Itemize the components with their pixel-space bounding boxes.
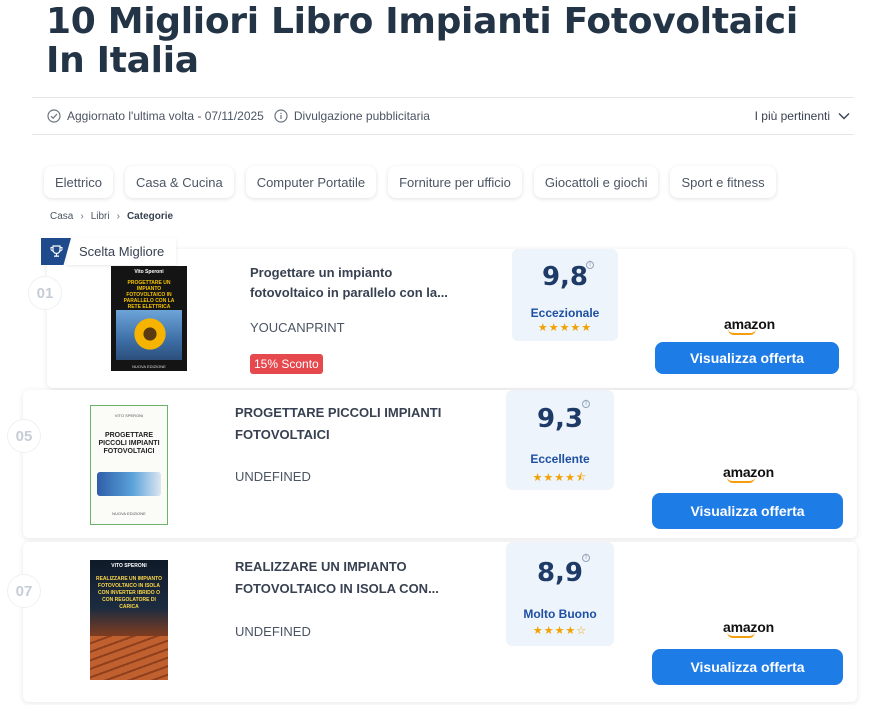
- book-cover[interactable]: Vito Speroni PROGETTARE UN IMPIANTO FOTO…: [111, 266, 187, 371]
- roof-tiles-shape: [90, 636, 168, 680]
- store-name: amazon: [724, 316, 775, 332]
- cover-footer: NUOVA EDIZIONE: [112, 511, 146, 516]
- product-title-line: PROGETTARE PICCOLI IMPIANTI: [235, 405, 442, 420]
- sunflower-shape: [134, 318, 166, 350]
- product-brand: YOUCANPRINT: [250, 320, 345, 335]
- product-title[interactable]: PROGETTARE PICCOLI IMPIANTI FOTOVOLTAICI: [235, 402, 475, 446]
- cover-image: [116, 310, 182, 360]
- rank-badge: 07: [7, 574, 41, 608]
- book-cover[interactable]: VITO SPERONI REALIZZARE UN IMPIANTO FOTO…: [90, 560, 168, 680]
- score-verdict: Eccezionale: [530, 306, 600, 320]
- chevron-down-icon: [838, 113, 850, 120]
- amazon-logo: amazon: [723, 464, 774, 483]
- cover-author: VITO SPERONI: [114, 413, 144, 418]
- product-title-line: Progettare un impianto: [250, 265, 393, 280]
- book-cover[interactable]: VITO SPERONI PROGETTARE PICCOLI IMPIANTI…: [90, 405, 168, 525]
- score-verdict: Eccellente: [530, 452, 590, 466]
- score-box: 8,9 i Molto Buono ★★★★☆: [506, 542, 614, 646]
- best-choice-ribbon: Scelta Migliore: [41, 238, 177, 265]
- ad-disclosure-text: Divulgazione pubblicitaria: [293, 109, 430, 123]
- rating-stars: ★★★★⯪: [532, 472, 588, 484]
- breadcrumb-current: Categorie: [126, 211, 174, 222]
- breadcrumb: Casa › Libri › Categorie: [50, 211, 173, 222]
- product-card: Vito Speroni PROGETTARE UN IMPIANTO FOTO…: [47, 249, 853, 388]
- breadcrumb-item[interactable]: Libri: [91, 211, 110, 222]
- product-brand: UNDEFINED: [235, 624, 311, 639]
- product-title-line: REALIZZARE UN IMPIANTO: [235, 559, 407, 574]
- info-icon[interactable]: i: [582, 400, 590, 408]
- rank-badge: 05: [7, 419, 41, 453]
- score-box: 9,8 i Eccezionale ★★★★★: [512, 249, 618, 341]
- score-value: 8,9: [536, 558, 584, 588]
- trophy-icon: [50, 245, 62, 257]
- score-box: 9,3 i Eccellente ★★★★⯪: [506, 390, 614, 490]
- category-chip[interactable]: Elettrico: [44, 166, 113, 198]
- product-card: VITO SPERONI PROGETTARE PICCOLI IMPIANTI…: [23, 390, 857, 538]
- ribbon-label: Scelta Migliore: [67, 238, 177, 265]
- score-value: 9,3: [536, 404, 584, 434]
- category-chip[interactable]: Forniture per ufficio: [388, 166, 522, 198]
- cover-author: Vito Speroni: [134, 269, 164, 275]
- product-title-line: fotovoltaico in parallelo con la...: [250, 285, 448, 300]
- amazon-logo: amazon: [724, 316, 775, 335]
- view-offer-button[interactable]: Visualizza offerta: [652, 493, 843, 529]
- view-offer-button[interactable]: Visualizza offerta: [655, 342, 839, 374]
- sort-label: I più pertinenti: [754, 109, 830, 123]
- product-title-line: FOTOVOLTAICO IN ISOLA CON...: [235, 581, 439, 596]
- category-chip[interactable]: Sport e fitness: [670, 166, 776, 198]
- rank-badge: 01: [28, 276, 62, 310]
- last-updated: Aggiornato l'ultima volta - 07/11/2025: [47, 109, 264, 123]
- category-chip[interactable]: Giocattoli e giochi: [533, 166, 659, 198]
- cover-title: REALIZZARE UN IMPIANTO FOTOVOLTAICO IN I…: [95, 576, 163, 610]
- score-verdict: Molto Buono: [523, 607, 597, 621]
- cover-footer: NUOVA EDIZIONE: [132, 364, 166, 369]
- category-chips: Elettrico Casa & Cucina Computer Portati…: [44, 166, 788, 198]
- ad-disclosure-link[interactable]: Divulgazione pubblicitaria: [274, 109, 430, 123]
- cover-title: PROGETTARE PICCOLI IMPIANTI FOTOVOLTAICI: [98, 432, 160, 455]
- check-circle-icon: [47, 109, 61, 123]
- product-card: VITO SPERONI REALIZZARE UN IMPIANTO FOTO…: [23, 542, 857, 702]
- chevron-right-icon: ›: [80, 211, 84, 222]
- info-icon[interactable]: i: [582, 554, 590, 562]
- breadcrumb-item[interactable]: Casa: [50, 211, 73, 222]
- rating-stars: ★★★★★: [537, 322, 593, 334]
- product-title[interactable]: REALIZZARE UN IMPIANTO FOTOVOLTAICO IN I…: [235, 556, 475, 600]
- chevron-right-icon: ›: [116, 211, 120, 222]
- info-icon: [274, 109, 288, 123]
- info-icon[interactable]: i: [586, 261, 594, 269]
- amazon-logo: amazon: [723, 619, 774, 638]
- category-chip[interactable]: Casa & Cucina: [124, 166, 234, 198]
- cover-image: [97, 472, 161, 496]
- cover-author: VITO SPERONI: [111, 563, 147, 569]
- product-brand: UNDEFINED: [235, 469, 311, 484]
- category-chip[interactable]: Computer Portatile: [245, 166, 377, 198]
- product-title[interactable]: Progettare un impianto fotovoltaico in p…: [250, 263, 490, 303]
- store-name: amazon: [723, 464, 774, 480]
- rating-stars: ★★★★☆: [532, 625, 588, 637]
- sort-dropdown[interactable]: I più pertinenti: [755, 109, 854, 123]
- product-title-line: FOTOVOLTAICI: [235, 427, 330, 442]
- score-value: 9,8: [541, 262, 589, 292]
- store-name: amazon: [723, 619, 774, 635]
- meta-bar: Aggiornato l'ultima volta - 07/11/2025 D…: [32, 97, 854, 135]
- cover-title: PROGETTARE UN IMPIANTO FOTOVOLTAICO IN P…: [123, 280, 175, 310]
- last-updated-text: Aggiornato l'ultima volta - 07/11/2025: [67, 109, 264, 123]
- page-title: 10 Migliori Libro Impianti Fotovoltaici …: [46, 1, 798, 81]
- view-offer-button[interactable]: Visualizza offerta: [652, 649, 843, 685]
- discount-badge: 15% Sconto: [250, 354, 323, 374]
